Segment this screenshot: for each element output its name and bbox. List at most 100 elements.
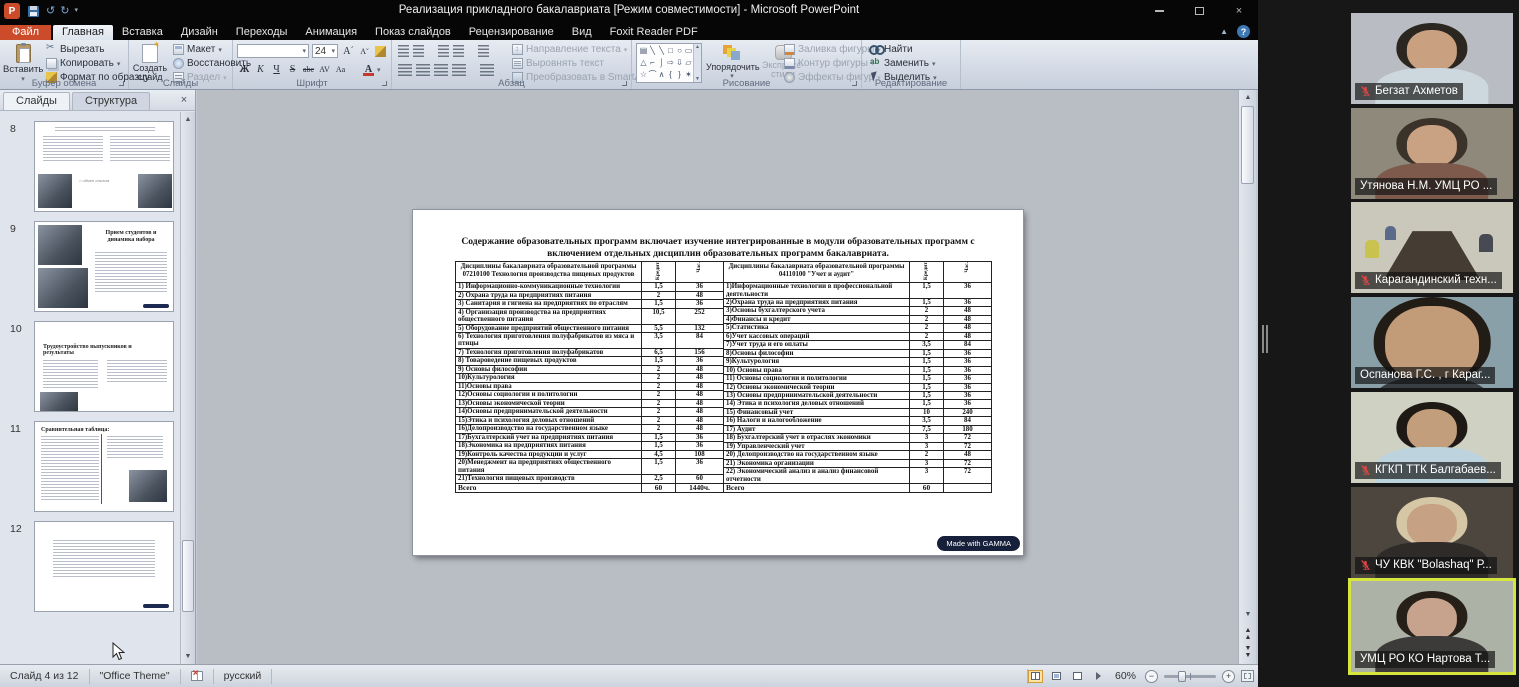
- clear-formatting-icon[interactable]: [375, 46, 386, 57]
- minimize-ribbon-icon[interactable]: ▲: [1220, 27, 1228, 36]
- shape-icon[interactable]: ▭: [685, 46, 693, 56]
- participant-tile-6[interactable]: УМЦ РО КО Нартова Т...: [1351, 581, 1513, 672]
- clipboard-dialog-launcher[interactable]: [118, 80, 126, 88]
- participant-tile-4[interactable]: КГКП ТТК Балгабаев...: [1351, 392, 1513, 483]
- shape-icon[interactable]: ⇩: [676, 58, 683, 68]
- current-slide[interactable]: Содержание образовательных программ вклю…: [413, 210, 1023, 555]
- spellcheck-status[interactable]: [181, 669, 214, 684]
- ribbon-button[interactable]: Найти: [868, 43, 939, 56]
- panel-scroll-down-icon[interactable]: ▼: [181, 650, 195, 663]
- slide-sorter-view-button[interactable]: [1049, 670, 1064, 683]
- shape-icon[interactable]: □: [668, 46, 673, 56]
- zoom-level[interactable]: 60%: [1115, 670, 1136, 682]
- reading-view-button[interactable]: [1070, 670, 1085, 683]
- shape-icon[interactable]: ⌐: [650, 58, 655, 68]
- participant-tile-5[interactable]: ЧУ КВК "Bolashaq" Р...: [1351, 487, 1513, 578]
- ribbon-tab-0[interactable]: Файл: [0, 25, 51, 40]
- grow-font-button[interactable]: A´: [341, 44, 356, 58]
- shape-icon[interactable]: ╲: [650, 46, 655, 56]
- ribbon-button[interactable]: Заменить▾: [868, 57, 939, 70]
- paragraph-dialog-launcher[interactable]: [621, 80, 629, 88]
- align-center-icon[interactable]: [416, 64, 430, 76]
- panel-scrollbar[interactable]: ▲ ▼: [180, 112, 195, 664]
- slide-thumbnail-9[interactable]: 9Прием студентов и динамика набора: [34, 221, 174, 312]
- theme-name[interactable]: "Office Theme": [90, 669, 181, 684]
- align-left-icon[interactable]: [398, 64, 412, 76]
- font-style-button-6[interactable]: Aa: [333, 62, 348, 76]
- minimize-button[interactable]: [1146, 3, 1172, 19]
- shape-icon[interactable]: ○: [677, 46, 682, 56]
- zoom-slider[interactable]: [1164, 675, 1216, 678]
- font-style-button-2[interactable]: Ч: [269, 62, 284, 76]
- previous-slide-button[interactable]: ▲▲: [1241, 626, 1255, 640]
- participant-tile-1[interactable]: Утянова Н.М. УМЦ РО ...: [1351, 108, 1513, 199]
- scroll-down-icon[interactable]: ▼: [1241, 608, 1255, 621]
- font-size-combo[interactable]: 24▾: [312, 44, 338, 58]
- shrink-font-button[interactable]: A˘: [357, 44, 372, 58]
- slide-thumbnail-10[interactable]: 10Трудоустройство выпускников и результа…: [34, 321, 174, 412]
- participant-tile-3[interactable]: Оспанова Г.С. , г Караг...: [1351, 297, 1513, 388]
- font-style-button-1[interactable]: К: [253, 62, 268, 76]
- shape-gallery-scrollbar[interactable]: ▲▼: [693, 44, 701, 82]
- font-dialog-launcher[interactable]: [381, 80, 389, 88]
- ribbon-tab-7[interactable]: Рецензирование: [460, 25, 563, 40]
- shape-icon[interactable]: △: [640, 58, 646, 68]
- maximize-button[interactable]: [1186, 3, 1212, 19]
- decrease-indent-icon[interactable]: [438, 45, 449, 57]
- shape-icon[interactable]: ╲: [659, 46, 664, 56]
- increase-indent-icon[interactable]: [453, 45, 464, 57]
- shape-icon[interactable]: ▱: [685, 58, 691, 68]
- ribbon-tab-6[interactable]: Показ слайдов: [366, 25, 460, 40]
- normal-view-button[interactable]: [1028, 670, 1043, 683]
- fit-to-window-button[interactable]: [1241, 670, 1254, 682]
- ribbon-tab-1[interactable]: Главная: [53, 25, 113, 40]
- ribbon-tab-4[interactable]: Переходы: [227, 25, 297, 40]
- ribbon-tab-8[interactable]: Вид: [563, 25, 601, 40]
- ribbon-tab-3[interactable]: Дизайн: [172, 25, 227, 40]
- line-spacing-icon[interactable]: [478, 45, 489, 57]
- sidebar-drag-handle[interactable]: [1262, 325, 1268, 353]
- font-style-button-4[interactable]: abc: [301, 62, 316, 76]
- align-right-icon[interactable]: [434, 64, 448, 76]
- panel-scroll-thumb[interactable]: [182, 540, 194, 612]
- font-name-combo[interactable]: ▾: [237, 44, 309, 58]
- font-color-button[interactable]: А: [361, 62, 376, 76]
- shape-icon[interactable]: ▤: [640, 46, 648, 56]
- ribbon-tab-2[interactable]: Вставка: [113, 25, 172, 40]
- tab-outline[interactable]: Структура: [72, 92, 150, 110]
- slideshow-view-button[interactable]: [1091, 670, 1106, 683]
- vertical-scrollbar[interactable]: ▲ ▼ ▲▲ ▼▼: [1238, 90, 1256, 664]
- justify-icon[interactable]: [452, 64, 466, 76]
- slide-thumbnail-12[interactable]: 12: [34, 521, 174, 612]
- ribbon-tab-9[interactable]: Foxit Reader PDF: [601, 25, 707, 40]
- tab-slides[interactable]: Слайды: [3, 92, 70, 110]
- participant-tile-2[interactable]: Карагандинский техн...: [1351, 202, 1513, 293]
- language-indicator[interactable]: русский: [214, 669, 273, 684]
- numbering-icon[interactable]: [413, 45, 424, 57]
- zoom-slider-thumb[interactable]: [1178, 671, 1186, 682]
- slide-thumbnail-8[interactable]: 8⌂ обмен опытом: [34, 121, 174, 212]
- shape-gallery[interactable]: ▲▼ ▤╲╲□○▭△⌐⌡⇨⇩▱☆⌒∧{}✶: [636, 43, 702, 83]
- font-style-button-3[interactable]: S: [285, 62, 300, 76]
- ribbon-tab-5[interactable]: Анимация: [296, 25, 366, 40]
- close-button[interactable]: ×: [1226, 3, 1252, 19]
- columns-icon[interactable]: [480, 64, 494, 76]
- scroll-thumb[interactable]: [1241, 106, 1254, 184]
- panel-close-icon[interactable]: ×: [177, 94, 191, 106]
- drawing-dialog-launcher[interactable]: [851, 80, 859, 88]
- panel-scroll-up-icon[interactable]: ▲: [181, 113, 195, 126]
- next-slide-button[interactable]: ▼▼: [1241, 644, 1255, 658]
- font-color-arrow[interactable]: ▾: [377, 66, 381, 74]
- ribbon-button[interactable]: Направление текста▾: [510, 43, 649, 56]
- zoom-in-button[interactable]: +: [1222, 670, 1235, 683]
- scroll-up-icon[interactable]: ▲: [1241, 91, 1255, 104]
- participant-tile-0[interactable]: Бегзат Ахметов: [1351, 13, 1513, 104]
- help-icon[interactable]: ?: [1237, 25, 1250, 38]
- shape-icon[interactable]: ⌡: [659, 58, 664, 68]
- zoom-out-button[interactable]: −: [1145, 670, 1158, 683]
- font-style-button-5[interactable]: AV: [317, 62, 332, 76]
- font-style-button-0[interactable]: Ж: [237, 62, 252, 76]
- bullets-icon[interactable]: [398, 45, 409, 57]
- slide-thumbnail-11[interactable]: 11Сравнительная таблица:: [34, 421, 174, 512]
- shape-icon[interactable]: ⇨: [667, 58, 674, 68]
